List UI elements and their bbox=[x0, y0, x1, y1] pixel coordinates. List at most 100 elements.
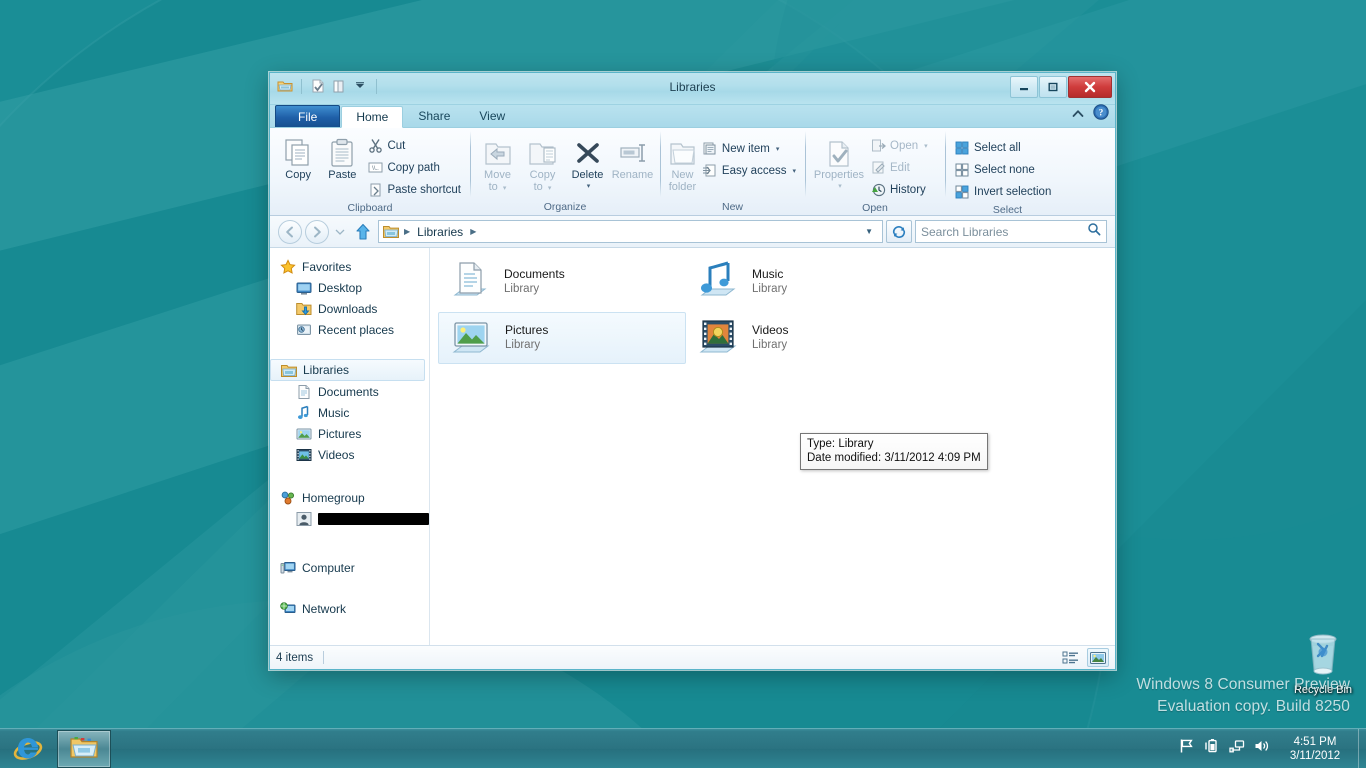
history-button[interactable]: History bbox=[867, 179, 931, 200]
file-explorer-window[interactable]: Libraries File Home Share View ? Copy Pa… bbox=[269, 72, 1116, 670]
documents-library-icon bbox=[296, 384, 312, 400]
ribbon-collapse-icon[interactable] bbox=[1071, 106, 1085, 124]
details-view-button[interactable] bbox=[1060, 648, 1082, 667]
recent-locations-button[interactable] bbox=[332, 228, 348, 236]
copy-path-button[interactable]: \\.. Copy path bbox=[364, 157, 464, 178]
list-item-documents[interactable]: Documents Library bbox=[438, 256, 686, 308]
help-icon[interactable]: ? bbox=[1093, 104, 1109, 125]
item-subtitle: Library bbox=[504, 283, 540, 295]
maximize-button[interactable] bbox=[1039, 76, 1067, 98]
network-icon[interactable] bbox=[1229, 738, 1245, 759]
invert-selection-button[interactable]: Invert selection bbox=[951, 181, 1054, 202]
close-button[interactable] bbox=[1068, 76, 1112, 98]
tab-share[interactable]: Share bbox=[404, 105, 464, 127]
window-controls[interactable] bbox=[1010, 76, 1112, 98]
search-box[interactable]: Search Libraries bbox=[915, 220, 1107, 243]
search-icon[interactable] bbox=[1087, 222, 1101, 241]
sidebar-item-computer[interactable]: Computer bbox=[270, 557, 429, 578]
open-caret[interactable]: ▾ bbox=[924, 142, 928, 150]
delete-dropdown-caret[interactable]: ▾ bbox=[587, 181, 591, 193]
sidebar-item-favorites[interactable]: Favorites bbox=[270, 256, 429, 277]
sidebar-item-pictures[interactable]: Pictures bbox=[270, 423, 429, 444]
cut-button[interactable]: Cut bbox=[364, 135, 464, 156]
move-to-button[interactable]: Move to ▾ bbox=[476, 132, 519, 195]
tab-home[interactable]: Home bbox=[341, 106, 404, 128]
item-tooltip: Type: Library Date modified: 3/11/2012 4… bbox=[800, 433, 988, 470]
rename-button[interactable]: Rename bbox=[611, 132, 654, 181]
search-input[interactable]: Search Libraries bbox=[921, 225, 1087, 239]
select-all-label: Select all bbox=[974, 141, 1021, 154]
taskbar[interactable]: 4:51 PM 3/11/2012 bbox=[0, 728, 1366, 768]
tray-icons[interactable] bbox=[1169, 738, 1280, 759]
minimize-button[interactable] bbox=[1010, 76, 1038, 98]
new-folder-button[interactable]: New folder bbox=[666, 132, 699, 193]
large-icons-view-button[interactable] bbox=[1087, 648, 1109, 667]
sidebar-item-libraries[interactable]: Libraries bbox=[270, 359, 425, 381]
edit-button[interactable]: Edit bbox=[867, 157, 931, 178]
list-item-videos[interactable]: Videos Library bbox=[686, 312, 934, 364]
delete-button[interactable]: Delete ▾ bbox=[566, 132, 609, 193]
window-title-bar[interactable]: Libraries bbox=[270, 73, 1115, 105]
system-tray[interactable]: 4:51 PM 3/11/2012 bbox=[1169, 728, 1366, 768]
pictures-library-icon bbox=[447, 314, 495, 362]
properties-label: Properties bbox=[813, 169, 865, 181]
open-button[interactable]: Open ▾ bbox=[867, 135, 931, 156]
refresh-button[interactable] bbox=[886, 220, 912, 243]
tab-file[interactable]: File bbox=[275, 105, 341, 127]
navigation-pane[interactable]: Favorites Desktop Downloads Recent place… bbox=[270, 248, 430, 645]
address-toolbar[interactable]: ▶ Libraries ▶ ▼ Search Libraries bbox=[270, 216, 1115, 248]
paste-button[interactable]: Paste bbox=[320, 132, 364, 181]
sidebar-item-music[interactable]: Music bbox=[270, 402, 429, 423]
ribbon[interactable]: Copy Paste Cut \\.. Copy path Paste shor… bbox=[270, 128, 1115, 216]
easy-access-caret[interactable]: ▾ bbox=[792, 167, 796, 175]
paste-shortcut-button[interactable]: Paste shortcut bbox=[364, 179, 464, 200]
list-item-music[interactable]: Music Library bbox=[686, 256, 934, 308]
music-library-icon bbox=[694, 258, 742, 306]
address-bar[interactable]: ▶ Libraries ▶ ▼ bbox=[378, 220, 883, 243]
tooltip-line-1: Type: Library bbox=[807, 438, 874, 450]
favorites-star-icon bbox=[280, 258, 296, 275]
properties-caret[interactable]: ▾ bbox=[838, 181, 842, 193]
forward-button[interactable] bbox=[305, 219, 329, 244]
sidebar-item-videos[interactable]: Videos bbox=[270, 444, 429, 465]
taskbar-button-file-explorer[interactable] bbox=[57, 730, 111, 768]
easy-access-button[interactable]: Easy access ▾ bbox=[699, 160, 799, 181]
ribbon-tab-right-controls[interactable]: ? bbox=[1071, 104, 1109, 125]
taskbar-clock[interactable]: 4:51 PM 3/11/2012 bbox=[1280, 735, 1358, 763]
back-button[interactable] bbox=[278, 219, 302, 244]
sidebar-item-network[interactable]: Network bbox=[270, 598, 429, 619]
item-subtitle: Library bbox=[505, 339, 541, 351]
ribbon-tab-strip[interactable]: File Home Share View ? bbox=[270, 104, 1115, 128]
show-desktop-button[interactable] bbox=[1358, 728, 1366, 768]
breadcrumb-libraries[interactable]: Libraries bbox=[414, 225, 466, 239]
battery-icon[interactable] bbox=[1204, 738, 1220, 759]
sidebar-item-documents[interactable]: Documents bbox=[270, 381, 429, 402]
action-center-flag-icon[interactable] bbox=[1179, 738, 1195, 759]
breadcrumb-chevron-1[interactable]: ▶ bbox=[468, 227, 478, 236]
desktop[interactable]: Recycle Bin Windows 8 Consumer Preview E… bbox=[0, 0, 1366, 768]
file-list-view[interactable]: Documents Library Music Library Pictures… bbox=[430, 248, 1115, 645]
view-buttons[interactable] bbox=[1060, 648, 1109, 667]
copy-button[interactable]: Copy bbox=[276, 132, 320, 181]
select-none-label: Select none bbox=[974, 163, 1035, 176]
new-folder-icon bbox=[666, 135, 698, 169]
address-dropdown-icon[interactable]: ▼ bbox=[859, 227, 879, 236]
select-none-button[interactable]: Select none bbox=[951, 159, 1054, 180]
sidebar-item-desktop[interactable]: Desktop bbox=[270, 277, 429, 298]
tab-view[interactable]: View bbox=[465, 105, 519, 127]
sidebar-item-recent-places[interactable]: Recent places bbox=[270, 319, 429, 340]
sidebar-item-downloads[interactable]: Downloads bbox=[270, 298, 429, 319]
sidebar-item-user-account[interactable] bbox=[270, 508, 429, 529]
list-item-pictures[interactable]: Pictures Library bbox=[438, 312, 686, 364]
new-item-caret[interactable]: ▾ bbox=[776, 145, 780, 153]
taskbar-button-internet-explorer[interactable] bbox=[1, 730, 55, 768]
sidebar-label: Videos bbox=[318, 447, 355, 462]
copy-label: Copy bbox=[285, 169, 311, 181]
volume-icon[interactable] bbox=[1254, 738, 1270, 759]
up-button[interactable] bbox=[351, 223, 375, 241]
select-all-button[interactable]: Select all bbox=[951, 137, 1054, 158]
copy-to-button[interactable]: Copy to ▾ bbox=[521, 132, 564, 195]
sidebar-item-homegroup[interactable]: Homegroup bbox=[270, 487, 429, 508]
new-item-button[interactable]: New item ▾ bbox=[699, 138, 799, 159]
properties-button[interactable]: Properties ▾ bbox=[811, 132, 867, 193]
